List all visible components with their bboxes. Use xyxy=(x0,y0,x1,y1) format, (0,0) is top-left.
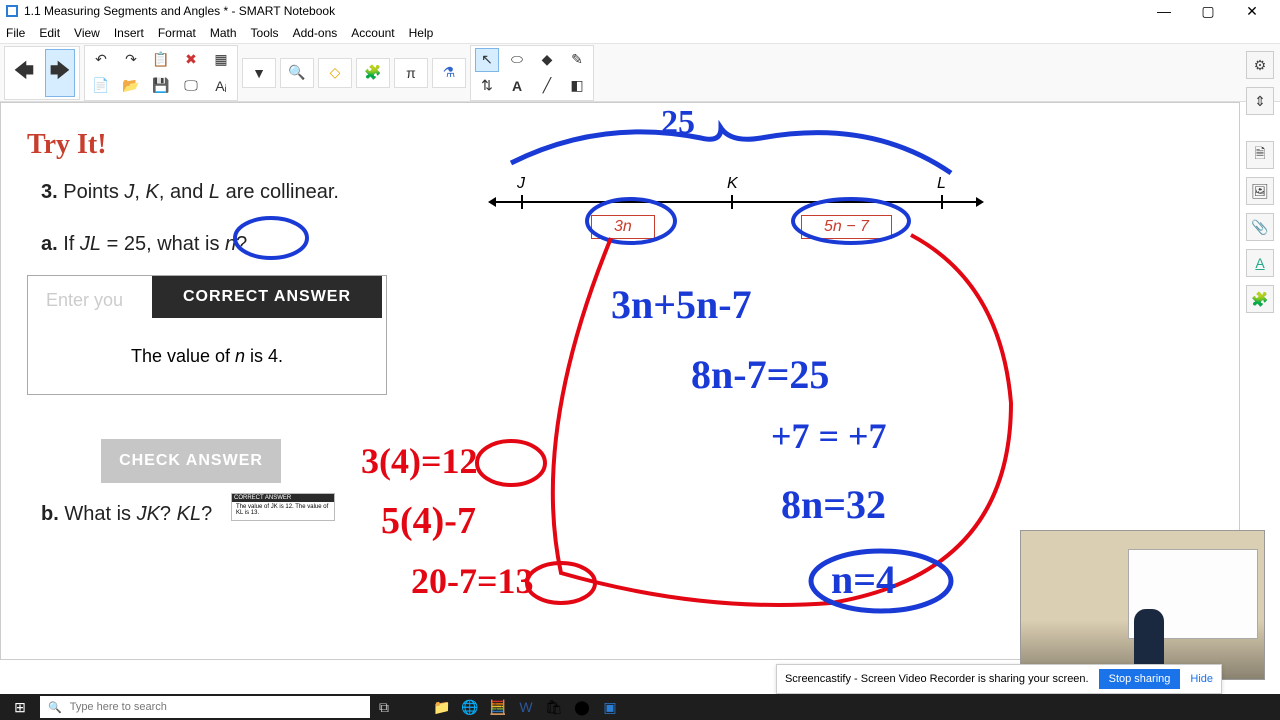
notification-text: Screencastify - Screen Video Recorder is… xyxy=(785,673,1089,685)
point-j-label: J xyxy=(517,175,525,193)
question-3: 3. Points J, K, and L are collinear. xyxy=(41,181,339,204)
ruler-tool[interactable]: ⇅ xyxy=(475,74,499,98)
question-3b: b. What is JK? KL? xyxy=(41,503,212,526)
menu-tools[interactable]: Tools xyxy=(251,26,279,40)
svg-text:25: 25 xyxy=(661,104,695,141)
calculator-icon[interactable]: 🧮 xyxy=(484,694,512,720)
expand-icon[interactable]: ⇕ xyxy=(1246,87,1274,115)
spacer-button[interactable]: ▼ xyxy=(247,61,271,85)
settings-icon[interactable]: ⚙ xyxy=(1246,51,1274,79)
response-button[interactable]: ◇ xyxy=(323,61,347,85)
stop-sharing-button[interactable]: Stop sharing xyxy=(1099,669,1181,689)
preview-button[interactable]: 🔍 xyxy=(285,61,309,85)
svg-text:8n=32: 8n=32 xyxy=(781,482,886,527)
taskbar-search[interactable]: 🔍 Type here to search xyxy=(40,696,370,718)
answer-tooltip: CORRECT ANSWER The value of JK is 12. Th… xyxy=(231,493,335,521)
prev-page-button[interactable]: 🡄 xyxy=(9,49,39,97)
answer-box: Enter you CORRECT ANSWER The value of n … xyxy=(27,275,387,395)
answer-value-text: The value of n is 4. xyxy=(28,346,386,367)
point-l-label: L xyxy=(937,175,946,193)
text-format-button[interactable]: Aᵢ xyxy=(209,74,233,98)
point-k-label: K xyxy=(727,175,738,193)
menu-format[interactable]: Format xyxy=(158,26,196,40)
menu-help[interactable]: Help xyxy=(409,26,434,40)
tooltip-body: The value of JK is 12. The value of KL i… xyxy=(236,504,330,516)
expr-3n: 3n xyxy=(591,215,655,239)
page-sorter-tab[interactable]: 🗎 xyxy=(1246,141,1274,169)
taskbar: ⊞ 🔍 Type here to search ⧉ 📁 🌐 🧮 W 🛍 ⬤ ▣ xyxy=(0,694,1280,720)
maximize-button[interactable]: ▢ xyxy=(1186,3,1230,20)
highlighter-tool[interactable]: ✎ xyxy=(565,48,589,72)
svg-text:3(4)=12: 3(4)=12 xyxy=(361,441,478,481)
table-button[interactable]: ▦ xyxy=(209,48,233,72)
tooltip-header: CORRECT ANSWER xyxy=(232,494,334,502)
pen-tool[interactable]: ⬭ xyxy=(505,48,529,72)
new-page-button[interactable]: 📄 xyxy=(89,74,113,98)
expr-5n-7: 5n − 7 xyxy=(801,215,892,239)
search-icon: 🔍 xyxy=(48,701,62,714)
open-button[interactable]: 📂 xyxy=(119,74,143,98)
select-tool[interactable]: ↖ xyxy=(475,48,499,72)
file-explorer-icon[interactable]: 📁 xyxy=(428,694,456,720)
addons-tab[interactable]: 🧩 xyxy=(1246,285,1274,313)
smart-notebook-icon[interactable]: ▣ xyxy=(596,694,624,720)
delete-button[interactable]: ✖ xyxy=(179,48,203,72)
menu-insert[interactable]: Insert xyxy=(114,26,144,40)
attachments-tab[interactable]: 📎 xyxy=(1246,213,1274,241)
math-pi-button[interactable]: π xyxy=(399,61,423,85)
close-button[interactable]: ✕ xyxy=(1230,3,1274,20)
svg-text:n=4: n=4 xyxy=(831,557,896,602)
menu-view[interactable]: View xyxy=(74,26,100,40)
hide-notification-button[interactable]: Hide xyxy=(1190,673,1213,685)
next-page-button[interactable]: 🡆 xyxy=(45,49,75,97)
menu-addons[interactable]: Add-ons xyxy=(293,26,338,40)
menu-edit[interactable]: Edit xyxy=(39,26,60,40)
edge-icon[interactable]: 🌐 xyxy=(456,694,484,720)
start-button[interactable]: ⊞ xyxy=(0,694,40,720)
app-icon xyxy=(6,5,18,17)
save-button[interactable]: 💾 xyxy=(149,74,173,98)
undo-button[interactable]: ↶ xyxy=(89,48,113,72)
search-placeholder: Type here to search xyxy=(70,701,167,713)
svg-text:20-7=13: 20-7=13 xyxy=(411,561,534,601)
paste-button[interactable]: 📋 xyxy=(149,48,173,72)
toolbar: 🡄 🡆 ↶ ↷ 📋 ✖ ▦ 📄 📂 💾 🖵 Aᵢ ▼ 🔍 ◇ 🧩 π xyxy=(0,44,1280,102)
webcam-preview[interactable] xyxy=(1020,530,1265,680)
correct-answer-button[interactable]: CORRECT ANSWER xyxy=(152,276,382,318)
gallery-tab[interactable]: 🖼 xyxy=(1246,177,1274,205)
svg-text:5(4)-7: 5(4)-7 xyxy=(381,500,476,542)
properties-tab[interactable]: A xyxy=(1246,249,1274,277)
window-titlebar: 1.1 Measuring Segments and Angles * - SM… xyxy=(0,0,1280,22)
store-icon[interactable]: 🛍 xyxy=(540,694,568,720)
question-3a: a. If JL = 25, what is n? xyxy=(41,233,247,256)
minimize-button[interactable]: — xyxy=(1142,3,1186,19)
word-icon[interactable]: W xyxy=(512,694,540,720)
menu-account[interactable]: Account xyxy=(351,26,394,40)
screenshare-notification: Screencastify - Screen Video Recorder is… xyxy=(776,664,1222,694)
addon-button[interactable]: 🧩 xyxy=(361,61,385,85)
window-title: 1.1 Measuring Segments and Angles * - SM… xyxy=(24,4,1142,18)
task-view-icon[interactable]: ⧉ xyxy=(370,694,398,720)
svg-text:3n+5n-7: 3n+5n-7 xyxy=(611,282,752,327)
check-answer-button[interactable]: CHECK ANSWER xyxy=(101,439,281,483)
line-tool[interactable]: ╱ xyxy=(535,74,559,98)
text-tool[interactable]: A xyxy=(505,74,529,98)
redo-button[interactable]: ↷ xyxy=(119,48,143,72)
menu-math[interactable]: Math xyxy=(210,26,237,40)
svg-text:+7 = +7: +7 = +7 xyxy=(771,416,887,456)
chrome-icon[interactable]: ⬤ xyxy=(568,694,596,720)
eraser-tool[interactable]: ◧ xyxy=(565,74,589,98)
lab-button[interactable]: ⚗ xyxy=(437,61,461,85)
menubar: File Edit View Insert Format Math Tools … xyxy=(0,22,1280,44)
try-it-heading: Try It! xyxy=(27,129,107,161)
svg-text:8n-7=25: 8n-7=25 xyxy=(691,352,829,397)
creative-pen-tool[interactable]: ◆ xyxy=(535,48,559,72)
screen-shade-button[interactable]: 🖵 xyxy=(179,74,203,98)
menu-file[interactable]: File xyxy=(6,26,25,40)
